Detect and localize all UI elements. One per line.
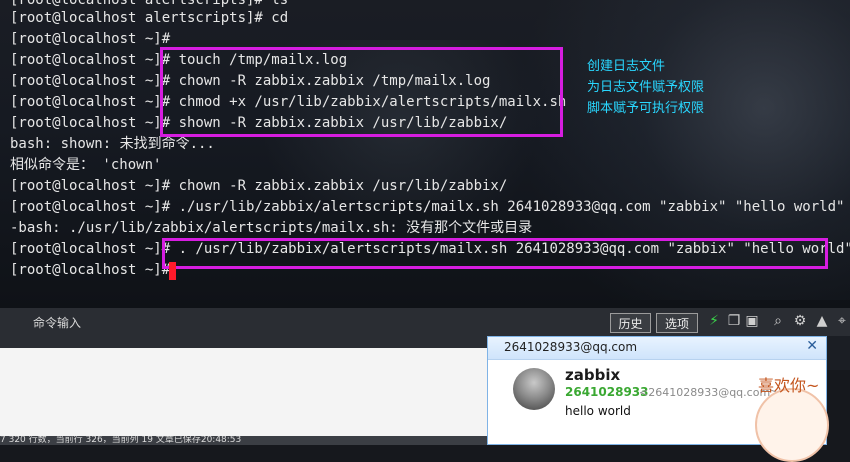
search-icon[interactable]: ⌕ <box>770 313 786 331</box>
terminal-line: -bash: ./usr/lib/zabbix/alertscripts/mai… <box>10 220 533 236</box>
terminal-line: [root@localhost alertscripts]# cd <box>10 10 289 26</box>
editor-area[interactable] <box>0 348 490 445</box>
sender-number: 2641028933 <box>565 385 649 399</box>
paste-icon[interactable]: ▣ <box>744 313 760 331</box>
terminal-line: [root@localhost ~]# <box>10 31 171 47</box>
terminal-window[interactable]: [root@localhost alertscripts]# ls [root@… <box>0 0 850 308</box>
gear-icon[interactable]: ⚙ <box>792 313 808 331</box>
pin-icon[interactable]: ⌖ <box>834 313 850 331</box>
status-bar: 7 320 行数，当前行 326，当前列 19 文章已保存20:48:53 <box>0 436 490 445</box>
highlight-box-run-script <box>162 238 828 269</box>
close-icon[interactable]: ✕ <box>806 338 818 354</box>
annotation-log-permission: 为日志文件赋予权限 <box>587 80 705 95</box>
terminal-line: 相似命令是： 'chown' <box>10 157 162 173</box>
annotation-script-exec: 脚本赋予可执行权限 <box>587 101 705 116</box>
terminal-line: [root@localhost ~]# ./usr/lib/zabbix/ale… <box>10 199 845 215</box>
arrow-up-icon[interactable]: ▲ <box>814 313 830 331</box>
text-cursor <box>169 262 176 280</box>
notification-header: 2641028933@qq.com ✕ <box>488 337 826 360</box>
terminal-line: bash: shown: 未找到命令... <box>10 136 215 152</box>
mail-body: hello world <box>565 404 631 418</box>
sticker-face-icon <box>755 388 829 462</box>
highlight-box-commands <box>160 47 563 137</box>
sticker-image: 喜欢你~ <box>750 370 850 462</box>
terminal-line: [root@localhost ~]# <box>10 262 171 278</box>
copy-icon[interactable]: ❐ <box>726 313 742 331</box>
side-panel <box>827 336 850 370</box>
notification-account: 2641028933@qq.com <box>504 340 638 354</box>
terminal-line: [root@localhost ~]# chown -R zabbix.zabb… <box>10 178 508 194</box>
annotation-create-log: 创建日志文件 <box>587 59 666 74</box>
command-input-label[interactable]: 命令输入 <box>33 314 81 331</box>
history-button[interactable]: 历史 <box>610 313 651 333</box>
options-button[interactable]: 选项 <box>656 313 698 333</box>
avatar <box>513 368 555 410</box>
sticker-text: 喜欢你~ <box>758 376 820 395</box>
lightning-icon[interactable]: ⚡ <box>706 313 722 331</box>
sender-name: zabbix <box>565 366 621 384</box>
